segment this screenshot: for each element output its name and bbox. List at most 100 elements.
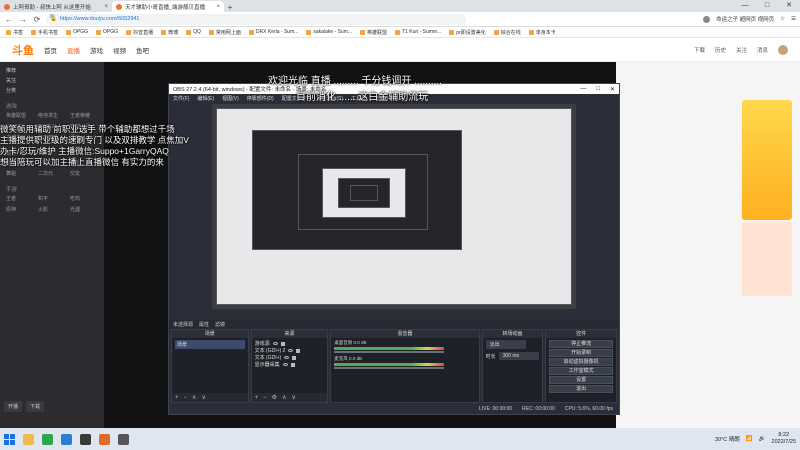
menu-edit[interactable]: 编辑(E) — [197, 95, 214, 102]
category-link[interactable]: 交友 — [70, 170, 98, 179]
category-link[interactable]: 二次元 — [38, 170, 66, 179]
addr-suggestion[interactable]: 命运之子 超网页 视网页 — [716, 15, 774, 23]
bookmark-item[interactable]: 英雄联盟 — [360, 29, 387, 36]
remove-icon[interactable]: − — [263, 395, 267, 401]
lock-icon[interactable] — [280, 341, 285, 346]
category-link[interactable]: 舞蹈 — [6, 170, 34, 179]
menu-docks[interactable]: 停靠部件(D) — [247, 95, 274, 102]
bookmark-item[interactable]: T1 Kuri - Summ... — [395, 29, 441, 35]
remove-icon[interactable]: − — [184, 395, 188, 401]
minimize-button[interactable]: — — [734, 0, 756, 12]
category-link[interactable]: 光遇 — [70, 206, 98, 215]
add-icon[interactable]: + — [175, 395, 179, 401]
bookmark-item[interactable]: 抖音直播 — [126, 29, 153, 36]
volume-slider[interactable] — [334, 351, 445, 353]
volume-slider[interactable] — [334, 367, 445, 369]
promo-banner[interactable] — [742, 100, 792, 220]
category-link[interactable]: 王者荣耀 — [70, 112, 98, 121]
file-explorer-icon[interactable] — [23, 433, 34, 445]
category-link[interactable]: 吃鸡 — [70, 195, 98, 204]
avatar[interactable] — [778, 44, 788, 55]
gear-icon[interactable]: ⚙ — [272, 394, 277, 401]
bookmark-item[interactable]: 微博 — [161, 29, 178, 36]
close-button[interactable]: ✕ — [778, 0, 800, 12]
properties-button[interactable]: 属性 — [199, 321, 209, 328]
studio-mode-button[interactable]: 工作室模式 — [549, 367, 613, 375]
source-item[interactable]: 显示器采集 — [255, 361, 325, 368]
sidebar-item-category[interactable]: 分类 — [6, 86, 98, 96]
visibility-eye-icon[interactable] — [288, 349, 294, 352]
nav-live[interactable]: 直播 — [67, 45, 80, 55]
start-broadcast-button[interactable]: 开播 — [4, 401, 23, 412]
bookmark-item[interactable]: DRX Kerla - Sum... — [248, 29, 298, 35]
sidebar-item-recommend[interactable]: 推荐 — [6, 66, 98, 76]
source-item[interactable]: 游戏源 — [255, 340, 325, 347]
bookmark-item[interactable]: 单身本卡 — [528, 29, 556, 36]
weather-widget[interactable]: 30°C 晴朗 — [715, 435, 740, 443]
history-link[interactable]: 历史 — [715, 46, 726, 54]
lock-icon[interactable] — [290, 362, 295, 367]
source-item[interactable]: 文本 (GDI+) — [255, 354, 325, 361]
stop-streaming-button[interactable]: 停止推流 — [549, 340, 613, 348]
nav-yuba[interactable]: 鱼吧 — [136, 45, 149, 55]
lock-icon[interactable] — [296, 348, 301, 353]
visibility-eye-icon[interactable] — [272, 342, 278, 345]
obs-minimize-button[interactable]: — — [580, 86, 586, 93]
browser-tab[interactable]: 上阿哥助 - 叔快上阿 从这里开始 × — [0, 1, 112, 12]
category-link[interactable]: 王者 — [6, 195, 34, 204]
exit-button[interactable]: 退出 — [549, 385, 613, 393]
start-recording-button[interactable]: 开始录制 — [549, 349, 613, 357]
category-link[interactable]: 英雄联盟 — [6, 112, 34, 121]
category-link[interactable]: 绝地求生 — [38, 112, 66, 121]
bookmark-item[interactable]: 常用网上面 — [208, 29, 241, 36]
virtual-camera-button[interactable]: 启动虚拟摄像机 — [549, 358, 613, 366]
forward-button[interactable]: → — [18, 15, 28, 24]
messages-link[interactable]: 消息 — [757, 46, 768, 54]
menu-icon[interactable]: ☰ — [791, 16, 796, 22]
menu-view[interactable]: 视图(V) — [222, 95, 239, 102]
new-tab-button[interactable]: + — [224, 3, 236, 12]
obs-maximize-button[interactable]: □ — [596, 86, 600, 93]
lock-icon[interactable] — [292, 355, 297, 360]
volume-icon[interactable]: 🔊 — [759, 436, 766, 442]
menu-file[interactable]: 文件(F) — [173, 95, 189, 102]
clock[interactable]: 8:22 2022/7/25 — [772, 432, 796, 446]
nav-games[interactable]: 游戏 — [90, 45, 103, 55]
bookmark-item[interactable]: OPGG — [66, 29, 88, 35]
bookmark-item[interactable]: pr即设置美化 — [449, 29, 486, 36]
bookmark-item[interactable]: 书签 — [6, 29, 23, 36]
download-link[interactable]: 下载 — [694, 46, 705, 54]
bookmark-item[interactable]: 手机书签 — [31, 29, 58, 36]
sidebar-item-follow[interactable]: 关注 — [6, 76, 98, 86]
app-icon[interactable] — [118, 433, 129, 445]
visibility-eye-icon[interactable] — [284, 356, 290, 359]
nav-home[interactable]: 首页 — [44, 45, 57, 55]
gift-panel[interactable] — [742, 222, 792, 296]
visibility-eye-icon[interactable] — [282, 363, 288, 366]
bookmark-item[interactable]: QQ — [186, 29, 201, 35]
bookmark-star-icon[interactable]: ☆ — [780, 16, 785, 22]
down-icon[interactable]: ∨ — [201, 394, 205, 401]
down-icon[interactable]: ∨ — [291, 394, 295, 401]
nav-video[interactable]: 视频 — [113, 45, 126, 55]
douyu-logo[interactable]: 斗鱼 — [12, 42, 34, 58]
transition-select[interactable]: 淡出 — [485, 340, 526, 349]
windows-start-icon[interactable] — [4, 433, 15, 445]
settings-button[interactable]: 设置 — [549, 376, 613, 384]
download-app-button[interactable]: 下载 — [26, 401, 45, 412]
app-icon[interactable] — [61, 433, 72, 445]
browser-tab-active[interactable]: 天才辅助小哥直播_端游靓贝直播 × — [112, 1, 224, 12]
source-item[interactable]: 文本 (GDI+) 2 — [255, 347, 325, 354]
category-link[interactable]: 火影 — [38, 206, 66, 215]
tab-close-icon[interactable]: × — [104, 4, 108, 10]
add-icon[interactable]: + — [255, 395, 259, 401]
extension-icon[interactable] — [703, 15, 711, 23]
scene-item[interactable]: 场景 — [175, 340, 245, 349]
url-field[interactable]: 🔒 https://www.douyu.com/6052941 — [46, 13, 466, 25]
douyu-app-icon[interactable] — [99, 433, 110, 445]
category-link[interactable]: 原神 — [6, 206, 34, 215]
duration-input[interactable]: 300 ms — [498, 352, 539, 360]
follow-link[interactable]: 关注 — [736, 46, 747, 54]
bookmark-item[interactable]: OPGG — [96, 29, 118, 35]
obs-icon[interactable] — [80, 433, 91, 445]
